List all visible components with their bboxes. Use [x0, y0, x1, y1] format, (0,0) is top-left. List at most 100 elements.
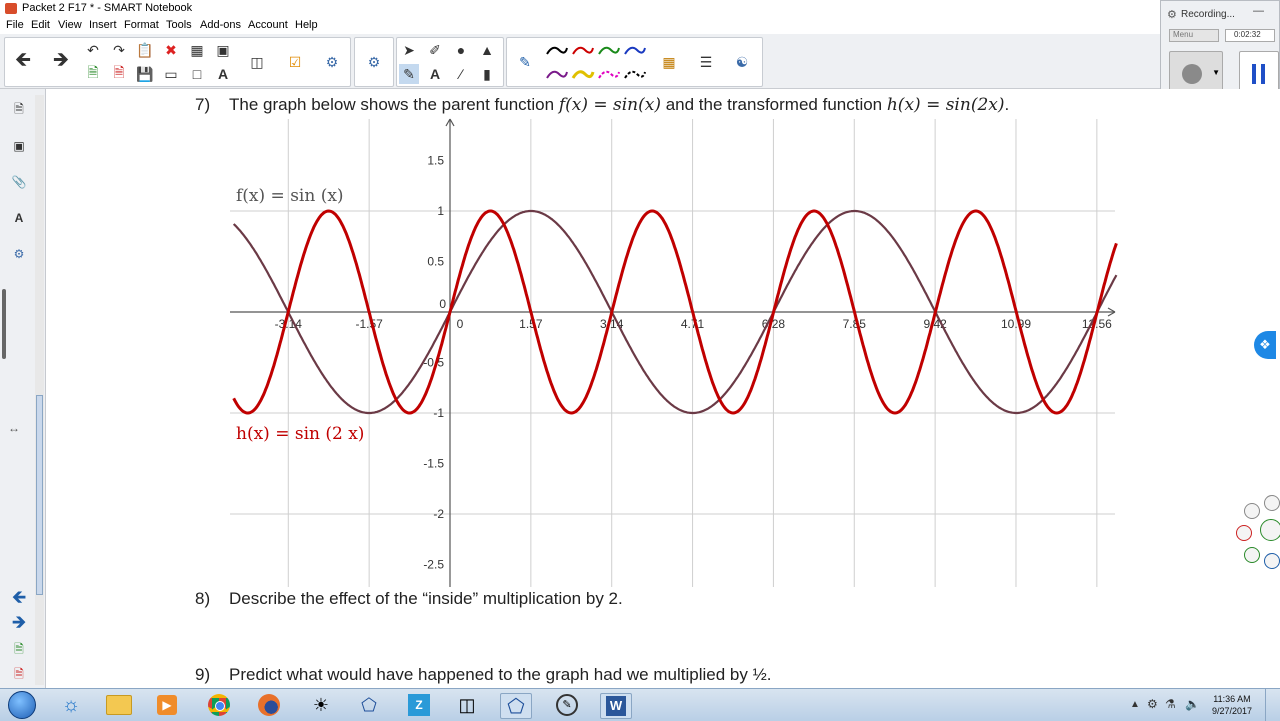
color-palette-icon[interactable]: ▦ — [657, 50, 681, 74]
pens-icon[interactable]: ✎ — [399, 64, 419, 84]
chevron-down-icon[interactable]: ▼ — [1212, 68, 1220, 77]
recorder-time: 0:02:32 — [1225, 29, 1275, 42]
internet-explorer-icon[interactable]: ☼ — [56, 693, 86, 717]
menu-insert[interactable]: Insert — [89, 19, 117, 31]
select-icon[interactable]: ➤ — [399, 40, 419, 60]
text-tool-icon[interactable]: A — [425, 64, 445, 84]
scrollbar-thumb[interactable] — [36, 395, 43, 595]
floating-select-icon[interactable] — [1264, 495, 1280, 511]
shapes-icon[interactable]: ● — [451, 40, 471, 60]
floating-green-pen-icon[interactable] — [1260, 519, 1280, 541]
fill-icon[interactable]: ▲ — [477, 40, 497, 60]
dropbox-icon[interactable]: ❖ — [1254, 331, 1276, 359]
resize-arrows-icon[interactable]: ↔ — [8, 421, 20, 435]
screen-shade-icon[interactable]: ▣ — [213, 40, 233, 60]
pen-icon[interactable]: ✎ — [513, 50, 537, 74]
panel-resize-handle[interactable] — [2, 289, 6, 359]
scrollbar[interactable] — [35, 95, 44, 685]
notepad-icon[interactable]: Z — [404, 693, 434, 717]
y-tick-label: -2 — [433, 507, 444, 521]
pen-style-swatches[interactable] — [545, 40, 673, 86]
floating-red-pen-icon[interactable] — [1236, 525, 1252, 541]
add-page-side-icon[interactable]: 🗎 — [8, 639, 30, 661]
tray-expand-icon[interactable]: ▲ — [1130, 699, 1140, 710]
question-8-number: 8) — [195, 589, 211, 608]
page-sorter-icon[interactable]: 🗎 — [8, 99, 30, 121]
back-arrow-icon[interactable]: 🡸 — [11, 49, 35, 74]
minimize-icon[interactable]: — — [1253, 5, 1264, 17]
x-tick-label: 12.56 — [1082, 317, 1112, 331]
activity-builder-icon[interactable]: ☑ — [283, 50, 307, 74]
clock[interactable]: 11:36 AM 9/27/2017 — [1212, 693, 1252, 717]
media-player-icon[interactable]: ▶ — [152, 693, 182, 717]
pause-icon — [1252, 64, 1256, 84]
redo-icon[interactable]: ↷ — [109, 40, 129, 60]
file-explorer-icon[interactable] — [104, 693, 134, 717]
menu-edit[interactable]: Edit — [31, 19, 50, 31]
save-icon[interactable]: 💾 — [135, 64, 155, 84]
toolbar-group-pen-styles: ✎ ▦ ☰ ☯ — [506, 37, 763, 87]
line-style-icon[interactable]: ☰ — [694, 50, 718, 74]
full-screen-icon[interactable]: ▭ — [161, 64, 181, 84]
widgets-icon[interactable]: ⚙ — [362, 50, 386, 74]
start-button[interactable] — [4, 691, 40, 719]
document-camera-icon[interactable]: ◫ — [245, 50, 269, 74]
next-page-arrow-icon[interactable]: 🡺 — [8, 612, 30, 636]
properties-icon[interactable]: ☯ — [730, 50, 754, 74]
attachments-icon[interactable]: 📎 — [8, 171, 30, 193]
app-icon — [5, 3, 17, 14]
menu-account[interactable]: Account — [248, 19, 288, 31]
properties-tab-icon[interactable]: A — [8, 207, 30, 229]
show-desktop-button[interactable] — [1265, 689, 1280, 721]
word-icon[interactable]: W — [600, 693, 632, 719]
eraser-icon[interactable]: ▮ — [477, 64, 497, 84]
gallery-icon[interactable]: ▣ — [8, 135, 30, 157]
side-panel: 🗎 ▣ 📎 A ⚙ ↔ 🡸 🡺 🗎 🗎 — [0, 89, 46, 688]
menu-file[interactable]: File — [6, 19, 24, 31]
addons-tab-icon[interactable]: ⚙ — [8, 243, 30, 265]
floating-highlighter-icon[interactable] — [1244, 547, 1260, 563]
menu-bar: File Edit View Insert Format Tools Add-o… — [0, 17, 1160, 34]
menu-help[interactable]: Help — [295, 19, 318, 31]
add-page-icon[interactable]: 🗎 — [83, 64, 103, 84]
menu-addons[interactable]: Add-ons — [200, 19, 241, 31]
notebook-page[interactable]: 7) The graph below shows the parent func… — [46, 89, 1280, 688]
table-icon[interactable]: ▦ — [187, 40, 207, 60]
toolbar-group-widgets: ⚙ — [354, 37, 394, 87]
recorder-menu[interactable]: Menu — [1169, 29, 1219, 42]
smart-notebook-active-icon[interactable]: ⬠ — [500, 693, 532, 719]
camera-icon[interactable]: □ — [187, 64, 207, 84]
cat-app-icon[interactable]: ☀ — [306, 693, 336, 717]
chrome-icon[interactable] — [204, 693, 234, 717]
floating-pen-icon[interactable] — [1244, 503, 1260, 519]
magic-pen-icon[interactable]: ✐ — [425, 40, 445, 60]
delete-icon[interactable]: ✖ — [161, 40, 181, 60]
function-graph: -3.14 -1.57 0 1.57 3.14 4.71 6.28 7.85 9.42 10.99… — [230, 118, 1118, 587]
menu-view[interactable]: View — [58, 19, 82, 31]
text-recognition-icon[interactable]: A — [213, 64, 233, 84]
floating-blue-pen-icon[interactable] — [1264, 553, 1280, 569]
firefox-icon[interactable] — [254, 693, 284, 717]
tick-labels: -3.14 -1.57 0 1.57 3.14 4.71 6.28 7.85 9.42 10.99… — [275, 154, 1113, 572]
volume-icon[interactable]: 🔈 — [1185, 697, 1200, 711]
paste-icon[interactable]: 📋 — [135, 40, 155, 60]
remove-page-icon[interactable]: 🗎 — [109, 64, 129, 84]
recorder-app-icon[interactable]: ✎ — [552, 693, 582, 717]
addons-icon[interactable]: ⚙ — [320, 50, 344, 74]
forward-arrow-icon[interactable]: 🡺 — [49, 49, 73, 74]
line-tool-icon[interactable]: ∕ — [451, 64, 471, 84]
legend-f: f(x) = sin (x) — [236, 186, 344, 206]
y-tick-label: 0.5 — [427, 255, 444, 269]
tray-app-icon[interactable]: ⚗ — [1165, 697, 1176, 711]
document-camera-app-icon[interactable]: ◫ — [452, 693, 482, 717]
menu-tools[interactable]: Tools — [166, 19, 192, 31]
delete-page-side-icon[interactable]: 🗎 — [8, 664, 30, 686]
previous-page-arrow-icon[interactable]: 🡸 — [8, 587, 30, 611]
undo-icon[interactable]: ↶ — [83, 40, 103, 60]
smart-notebook-icon[interactable]: ⬠ — [354, 693, 384, 717]
tray-network-app-icon[interactable]: ⚙ — [1147, 697, 1158, 711]
menu-format[interactable]: Format — [124, 19, 159, 31]
taskbar: ☼ ▶ ☀ ⬠ Z ◫ ⬠ ✎ W ▲ ⚙ ⚗ 🔈 11:36 AM 9/27/2… — [0, 688, 1280, 721]
question-8-text: Describe the effect of the “inside” mult… — [229, 589, 623, 608]
y-tick-label: -2.5 — [423, 558, 444, 572]
